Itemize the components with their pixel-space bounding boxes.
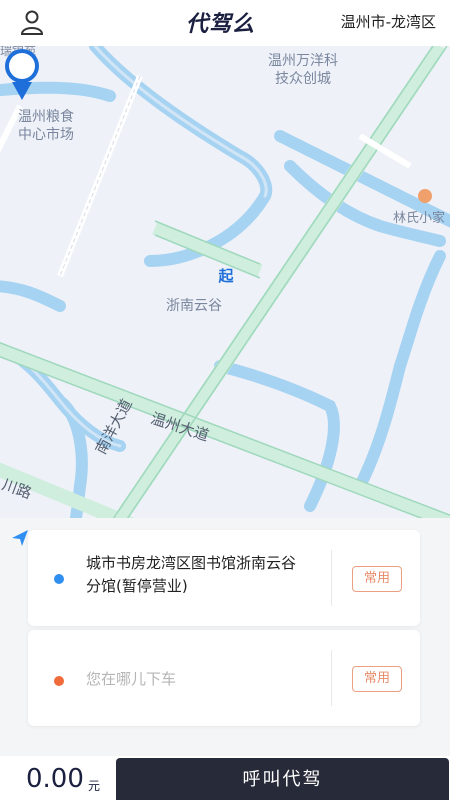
map-view[interactable]: 瑞锦苑 温州粮食 中心市场 温州万洋科 技众创城 林氏小家 浙南云谷 温州大道 … <box>0 46 450 546</box>
start-location-card[interactable]: 城市书房龙湾区图书馆浙南云谷分馆(暂停营业) 常用 <box>28 530 420 626</box>
end-dot <box>54 676 64 686</box>
call-driver-button[interactable]: 呼叫代驾 <box>116 758 449 800</box>
user-profile-icon[interactable] <box>18 8 46 36</box>
app-header: 代驾么 温州市-龙湾区 <box>0 0 450 46</box>
common-address-button-destination[interactable]: 常用 <box>352 666 402 692</box>
bottom-bar: 0.00 元 呼叫代驾 <box>0 756 450 800</box>
start-address[interactable]: 城市书房龙湾区图书馆浙南云谷分馆(暂停营业) <box>86 552 308 598</box>
start-location-pin-icon[interactable] <box>0 46 44 102</box>
map-label-pin-place: 浙南云谷 <box>166 298 222 314</box>
locate-me-icon[interactable] <box>10 528 30 548</box>
divider <box>331 550 332 606</box>
common-address-button-start[interactable]: 常用 <box>352 566 402 592</box>
start-dot <box>54 574 64 584</box>
destination-input[interactable]: 您在哪儿下车 <box>86 668 176 689</box>
app-logo: 代驾么 <box>186 12 256 37</box>
price-amount: 0.00 <box>26 764 84 794</box>
divider <box>331 650 332 706</box>
map-label-wanyang: 温州万洋科 技众创城 <box>268 53 338 87</box>
map-label-lin-clinic: 林氏小家 <box>393 211 446 226</box>
pin-label: 起 <box>218 267 234 285</box>
destination-card[interactable]: 您在哪儿下车 常用 <box>28 630 420 726</box>
map-label-grain-market: 温州粮食 中心市场 <box>18 109 74 143</box>
price-unit: 元 <box>88 779 101 793</box>
city-selector[interactable]: 温州市-龙湾区 <box>341 11 436 32</box>
